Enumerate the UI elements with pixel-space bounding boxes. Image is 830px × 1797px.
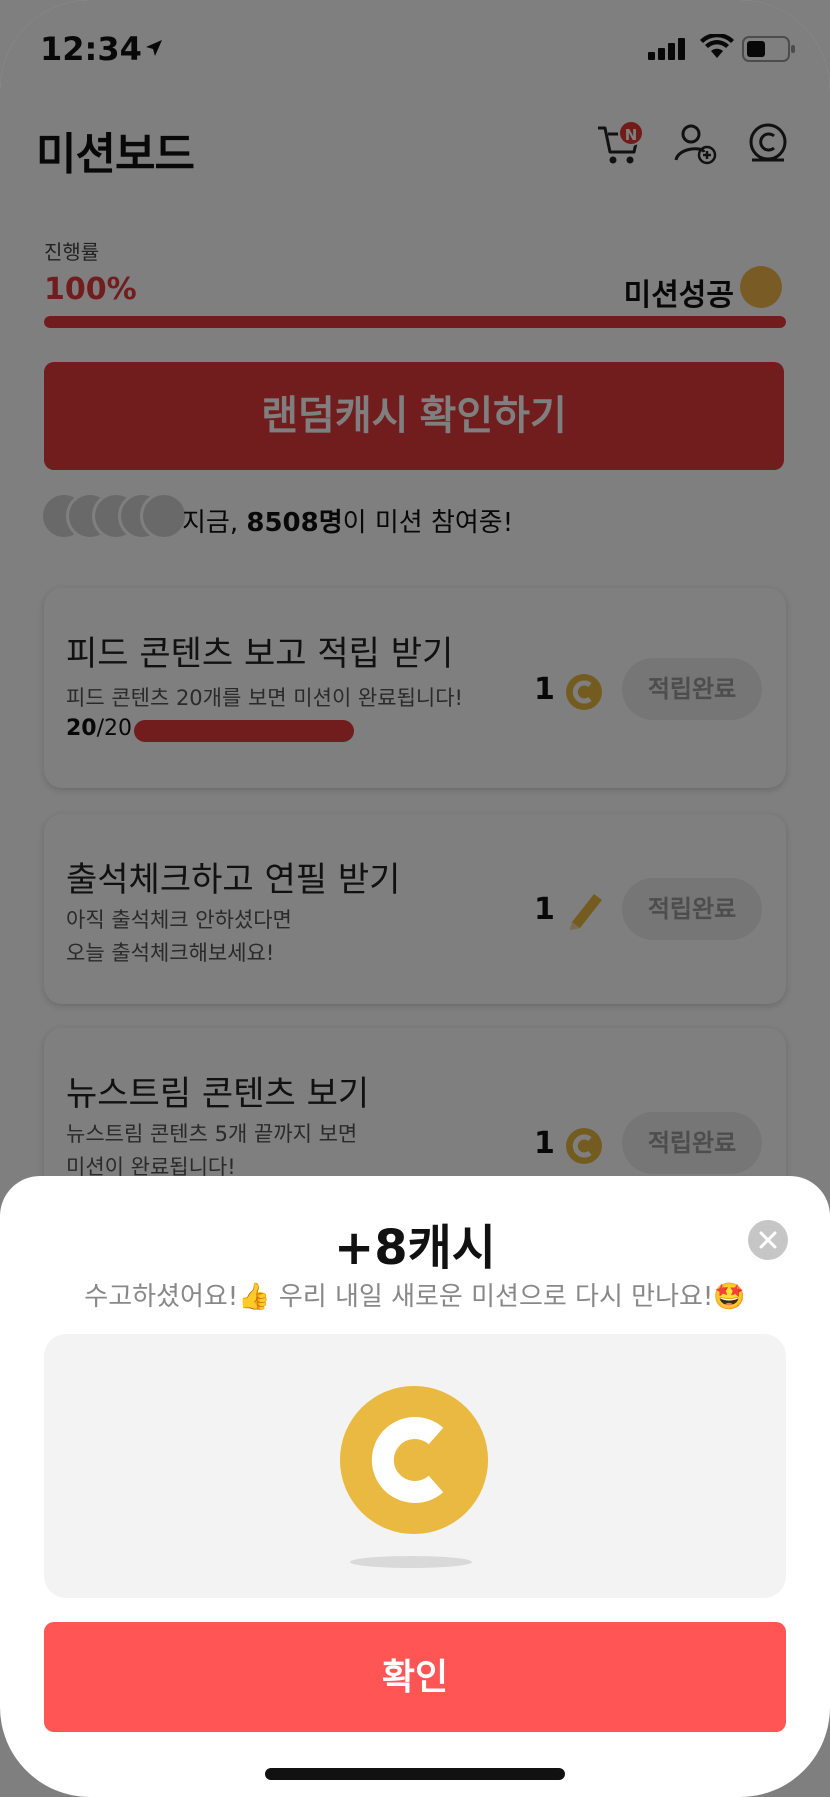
- reward-message: 수고하셨어요!👍 우리 내일 새로운 미션으로 다시 만나요!🤩: [84, 1282, 746, 1312]
- coin-shadow: [350, 1556, 472, 1568]
- home-indicator[interactable]: [265, 1768, 565, 1780]
- thumbs-up-icon: 👍: [238, 1282, 271, 1312]
- close-icon: [759, 1231, 777, 1249]
- screen: 12:34 미션보드 N 진행률 100% 미션성공 랜덤캐시 확인하기 지금,…: [0, 0, 830, 1797]
- close-button[interactable]: [748, 1220, 788, 1260]
- star-struck-icon: 🤩: [713, 1282, 746, 1312]
- reward-bottom-sheet: +8캐시 수고하셨어요!👍 우리 내일 새로운 미션으로 다시 만나요!🤩 확인: [0, 1176, 830, 1797]
- big-coin-icon: [340, 1386, 488, 1534]
- reward-coin-panel: [44, 1334, 786, 1598]
- reward-title: +8캐시: [334, 1220, 496, 1276]
- confirm-button[interactable]: 확인: [44, 1622, 786, 1732]
